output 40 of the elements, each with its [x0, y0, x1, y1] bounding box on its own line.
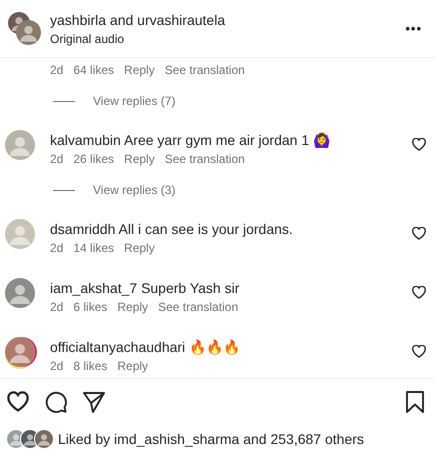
comment-text: kalvamubin Aree yarr gym me air jordan 1 🙆‍♀ [50, 131, 332, 150]
comment-text: dsamriddh All i can see is your jordans. [50, 220, 294, 239]
comment-icon[interactable] [44, 390, 68, 414]
more-options-button[interactable]: ••• [405, 21, 422, 36]
avatar[interactable] [34, 429, 54, 449]
likes-count[interactable]: 6 likes [73, 298, 108, 316]
comment-time: 2d [50, 151, 64, 168]
audio-label[interactable]: Original audio [50, 32, 406, 46]
reply-link[interactable]: Reply [124, 61, 155, 79]
see-translation-link[interactable]: See translation [158, 298, 238, 316]
reply-link[interactable]: Reply [117, 357, 148, 375]
heart-icon[interactable] [412, 286, 426, 300]
likes-count[interactable]: 64 likes [73, 61, 114, 79]
bookmark-icon[interactable] [404, 390, 426, 414]
liked-by-text[interactable]: Liked by imd_ashish_sharma and 253,687 others [58, 431, 364, 447]
like-icon[interactable] [6, 390, 30, 414]
post-authors[interactable]: yashbirla and urvashirautela [50, 12, 406, 28]
reply-link[interactable]: Reply [117, 298, 148, 316]
comment-time: 2d [50, 299, 64, 316]
view-replies-link[interactable]: View replies (7) [93, 91, 176, 111]
likes-count[interactable]: 8 likes [73, 357, 108, 375]
comment-time: 2d [50, 240, 64, 257]
comment-time: 2d [50, 62, 64, 79]
avatar[interactable] [5, 278, 35, 308]
avatar[interactable] [5, 337, 35, 367]
likes-count[interactable]: 14 likes [73, 239, 114, 257]
comment-text: officialtanyachaudhari 🔥🔥🔥 [50, 338, 242, 357]
comment-text: iam_akshat_7 Superb Yash sir [50, 279, 240, 298]
likes-count[interactable]: 26 likes [73, 150, 114, 168]
see-translation-link[interactable]: See translation [164, 150, 245, 168]
reply-link[interactable]: Reply [124, 150, 155, 168]
reply-link[interactable]: Reply [124, 239, 155, 257]
avatar[interactable] [16, 20, 41, 44]
heart-icon[interactable] [412, 227, 426, 241]
see-translation-link[interactable]: See translation [164, 61, 245, 79]
comment-time: 2d [50, 358, 64, 375]
view-replies-link[interactable]: View replies (3) [93, 180, 176, 200]
heart-icon[interactable] [412, 138, 426, 152]
heart-icon[interactable] [412, 345, 426, 359]
share-icon[interactable] [82, 390, 106, 414]
